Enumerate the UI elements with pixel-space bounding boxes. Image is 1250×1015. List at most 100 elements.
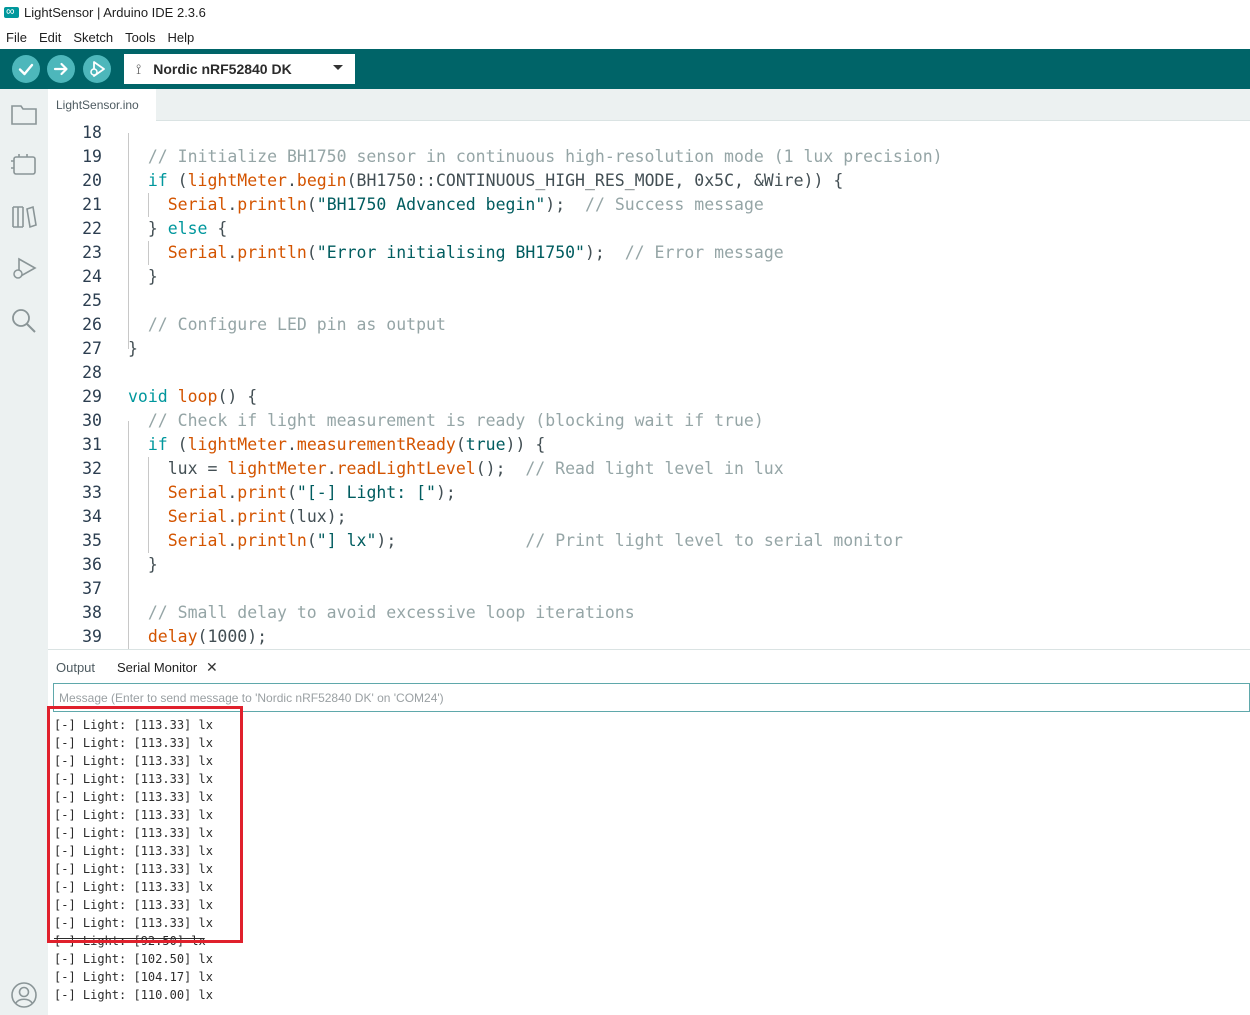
line-number: 22 [82,219,102,238]
tab-serial-monitor[interactable]: Serial Monitor [117,660,197,675]
line-number: 33 [82,483,102,502]
code-line: 36 } [48,553,1250,577]
line-number: 36 [82,555,102,574]
board-name: Nordic nRF52840 DK [153,61,292,77]
upload-button[interactable] [47,55,75,83]
code-token: . [286,171,297,190]
code-line: 26 // Configure LED pin as output [48,313,1250,337]
code-token: { [207,219,228,238]
code-token: // Print light level to serial monitor [525,531,903,550]
code-token: // Read light level in lux [525,459,784,478]
code-text: if (lightMeter.begin(BH1750::CONTINUOUS_… [128,169,843,193]
debug-button[interactable] [83,55,111,83]
code-text: } [128,265,158,289]
line-number: 23 [82,243,102,262]
code-token: ( [167,171,188,190]
code-token: loop [177,387,218,406]
code-text: // Configure LED pin as output [128,313,446,337]
search-icon[interactable] [10,307,38,335]
serial-output-line: [-] Light: [102.50] lx [54,952,213,966]
code-text: // Initialize BH1750 sensor in continuou… [128,145,943,169]
title-bar: LightSensor | Arduino IDE 2.3.6 [0,0,1250,24]
line-number: 24 [82,267,102,286]
line-number: 37 [82,579,102,598]
code-token: print [237,507,287,526]
code-token: else [167,219,208,238]
code-token: } [128,219,168,238]
code-line: 24 } [48,265,1250,289]
board-manager-icon[interactable] [10,151,38,179]
serial-output-line: [-] Light: [110.00] lx [54,988,213,1002]
code-token: if [147,171,168,190]
code-line: 32 lux = lightMeter.readLightLevel(); //… [48,457,1250,481]
code-token: delay [147,627,198,646]
code-text: Serial.println("] lx"); // Print light l… [128,529,903,553]
code-token: // Configure LED pin as output [128,315,446,334]
code-token: . [227,195,238,214]
code-line: 21 Serial.println("BH1750 Advanced begin… [48,193,1250,217]
code-line: 28 [48,361,1250,385]
debug-icon [90,61,105,77]
sidebar [0,89,48,1015]
line-number: 21 [82,195,102,214]
line-number: 25 [82,291,102,310]
code-token: } [128,267,158,286]
code-line: 18 [48,121,1250,145]
code-token: // Check if light measurement is ready (… [128,411,764,430]
line-number: 18 [82,123,102,142]
code-text: // Check if light measurement is ready (… [128,409,764,433]
usb-icon: ⟟ [136,60,142,77]
code-text: void loop() { [128,385,257,409]
code-token: ( [306,243,317,262]
code-token: ( [286,483,297,502]
editor-tabs: LightSensor.ino [48,89,1250,121]
code-line: 37 [48,577,1250,601]
code-token: "BH1750 Advanced begin" [316,195,546,214]
library-icon[interactable] [10,203,38,231]
code-text: } else { [128,217,228,241]
code-line: 39 delay(1000); [48,625,1250,649]
code-token: lux = [128,459,228,478]
debug-icon[interactable] [10,255,38,283]
code-token: (); [475,459,526,478]
menu-help[interactable]: Help [167,30,194,45]
arrow-right-icon [53,62,68,76]
check-icon [18,63,34,76]
folder-icon[interactable] [10,100,38,128]
code-text: delay(1000); [128,625,267,649]
code-text: lux = lightMeter.readLightLevel(); // Re… [128,457,784,481]
line-number: 32 [82,459,102,478]
code-text: // Small delay to avoid excessive loop i… [128,601,635,625]
line-number: 31 [82,435,102,454]
window-title: LightSensor | Arduino IDE 2.3.6 [24,4,206,20]
line-number: 38 [82,603,102,622]
tab-output[interactable]: Output [56,660,95,675]
menu-tools[interactable]: Tools [125,30,155,45]
code-text: Serial.println("BH1750 Advanced begin");… [128,193,764,217]
board-selector[interactable]: ⟟ Nordic nRF52840 DK [124,54,355,84]
line-number: 29 [82,387,102,406]
code-text: } [128,337,138,361]
menu-sketch[interactable]: Sketch [73,30,113,45]
tab-lightsensor-ino[interactable]: LightSensor.ino [48,89,156,121]
account-icon[interactable] [10,981,38,1009]
verify-button[interactable] [12,55,40,83]
code-token: ); [585,243,625,262]
code-token: Serial [167,483,228,502]
code-token: )) { [505,435,546,454]
menu-edit[interactable]: Edit [39,30,61,45]
code-token: begin [296,171,347,190]
code-line: 22 } else { [48,217,1250,241]
code-line: 30 // Check if light measurement is read… [48,409,1250,433]
menu-file[interactable]: File [6,30,27,45]
code-token: readLightLevel [336,459,476,478]
code-token: measurementReady [296,435,456,454]
code-token: . [227,243,238,262]
code-editor[interactable]: 18 19 // Initialize BH1750 sensor in cont… [48,121,1250,649]
code-token: ( [455,435,466,454]
close-icon[interactable]: ✕ [206,659,218,676]
